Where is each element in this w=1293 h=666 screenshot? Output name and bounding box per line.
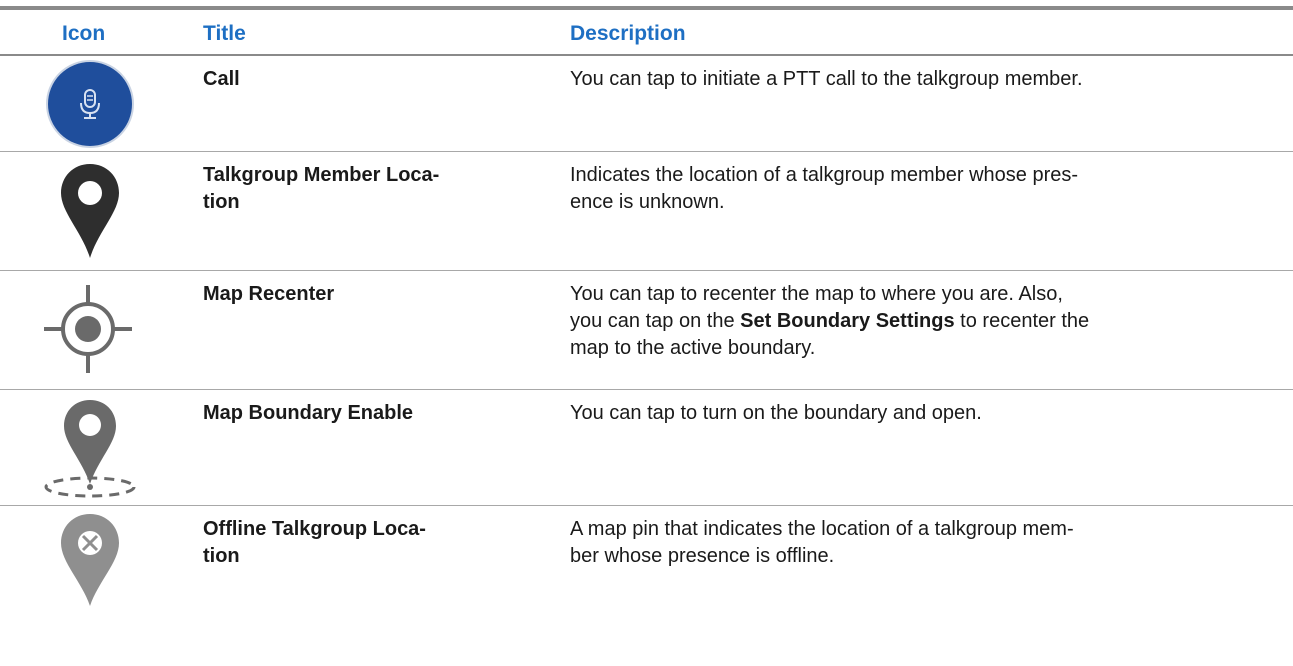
- set-boundary-settings-label: Set Boundary Settings: [740, 310, 955, 332]
- row-title: Map Boundary Enable: [203, 402, 414, 424]
- description-text: to recenter the: [954, 310, 1090, 332]
- row-description: You can tap to turn on the boundary and …: [570, 402, 982, 424]
- icon-table: Icon Title Description Call You can tap …: [0, 6, 1293, 626]
- row-title-line: Offline Talkgroup Loca-: [203, 518, 426, 540]
- row-description-line: you can tap on the Set Boundary Settings…: [570, 308, 1270, 335]
- map-boundary-pin-icon: [44, 400, 136, 498]
- row-description-line: ence is unknown.: [570, 191, 725, 213]
- row-description-line: A map pin that indicates the location of…: [570, 518, 1074, 540]
- offline-location-pin-icon: [61, 514, 119, 606]
- table-header: Icon Title Description: [0, 10, 1293, 56]
- header-title: Title: [203, 22, 246, 45]
- row-title-line: tion: [203, 191, 240, 213]
- row-title-line: tion: [203, 545, 240, 567]
- row-title: Call: [203, 68, 240, 90]
- row-description-line: You can tap to recenter the map to where…: [570, 283, 1063, 305]
- location-pin-icon: [61, 164, 119, 258]
- row-description-line: Indicates the location of a talkgroup me…: [570, 164, 1079, 186]
- table-row: Offline Talkgroup Loca- tion A map pin t…: [0, 506, 1293, 626]
- map-recenter-crosshair-icon: [44, 285, 132, 373]
- row-description: You can tap to initiate a PTT call to th…: [570, 68, 1083, 90]
- table-row: Talkgroup Member Loca- tion Indicates th…: [0, 152, 1293, 271]
- row-description-line: map to the active boundary.: [570, 337, 816, 359]
- row-description-line: ber whose presence is offline.: [570, 545, 835, 567]
- table-row: Map Recenter You can tap to recenter the…: [0, 271, 1293, 390]
- header-icon: Icon: [62, 22, 106, 45]
- row-title: Map Recenter: [203, 283, 335, 305]
- header-description: Description: [570, 22, 686, 45]
- table-row: Call You can tap to initiate a PTT call …: [0, 56, 1293, 152]
- description-text: you can tap on the: [570, 310, 741, 332]
- microphone-call-icon: [46, 60, 134, 148]
- table-row: Map Boundary Enable You can tap to turn …: [0, 390, 1293, 506]
- row-title-line: Talkgroup Member Loca-: [203, 164, 440, 186]
